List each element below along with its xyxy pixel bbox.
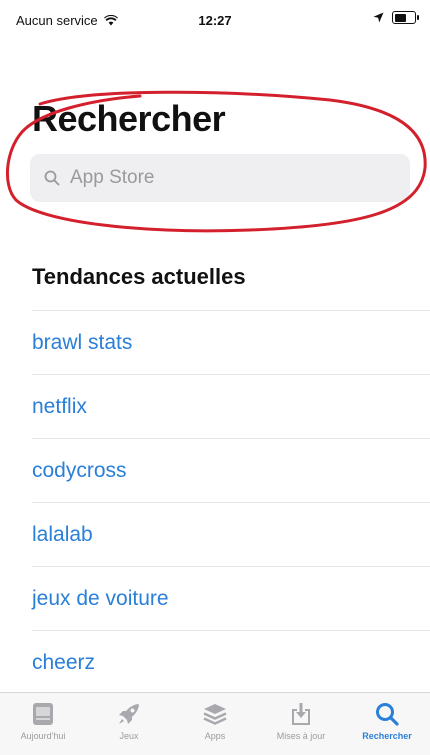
rocket-icon — [119, 704, 139, 724]
trending-item[interactable]: codycross — [32, 438, 430, 502]
status-right-icons — [373, 11, 419, 24]
search-icon — [376, 703, 399, 726]
battery-icon — [392, 11, 419, 24]
tab-apps[interactable]: Apps — [172, 693, 258, 741]
status-bar: Aucun service 12:27 — [0, 0, 430, 44]
tab-bar: Aujourd'hui Jeux Apps Mises à jour Reche… — [0, 692, 430, 755]
search-input[interactable] — [68, 166, 410, 190]
tab-apps-label: Apps — [204, 731, 226, 741]
battery-level — [394, 13, 406, 22]
tab-updates-label: Mises à jour — [276, 731, 326, 741]
tab-search[interactable]: Rechercher — [344, 693, 430, 741]
apps-stack-icon — [203, 704, 227, 725]
search-bar[interactable] — [30, 154, 410, 202]
tab-search-label: Rechercher — [362, 731, 412, 741]
updates-icon — [292, 703, 310, 725]
tab-games-label: Jeux — [119, 731, 139, 741]
tab-today[interactable]: Aujourd'hui — [0, 693, 86, 741]
trending-item[interactable]: cheerz — [32, 630, 430, 694]
trending-item[interactable]: netflix — [32, 374, 430, 438]
today-icon — [33, 703, 53, 725]
tab-today-label: Aujourd'hui — [20, 731, 66, 741]
trending-heading: Tendances actuelles — [32, 264, 246, 289]
trending-list: brawl stats netflix codycross lalalab jeux d… — [32, 310, 430, 694]
trending-item[interactable]: jeux de voiture — [32, 566, 430, 630]
tab-updates[interactable]: Mises à jour — [258, 693, 344, 741]
location-arrow-icon — [373, 12, 384, 23]
tab-games[interactable]: Jeux — [86, 693, 172, 741]
trending-item[interactable]: brawl stats — [32, 310, 430, 374]
status-time: 12:27 — [198, 13, 232, 28]
search-icon — [44, 170, 60, 186]
trending-item[interactable]: lalalab — [32, 502, 430, 566]
page-title: Rechercher — [32, 98, 226, 139]
